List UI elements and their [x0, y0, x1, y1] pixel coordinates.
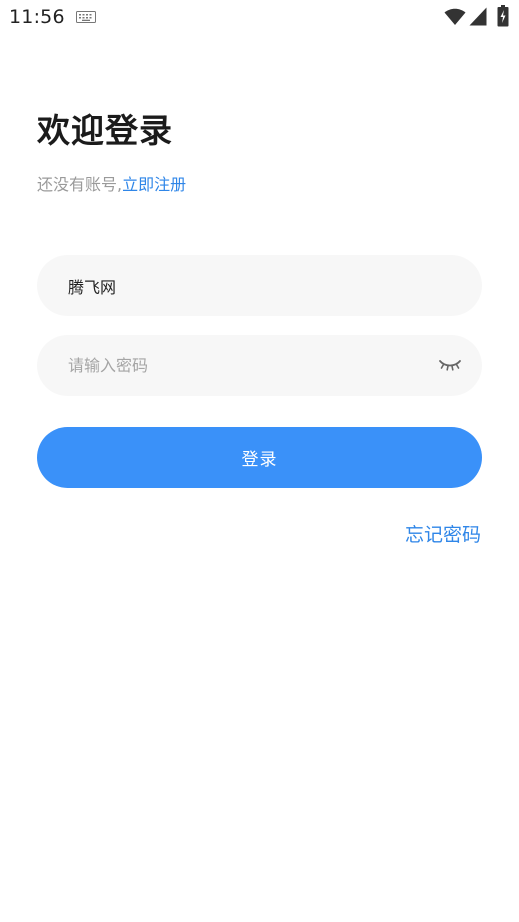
username-field[interactable] [37, 255, 482, 316]
signal-icon [469, 7, 487, 26]
username-input[interactable] [68, 255, 438, 316]
eye-closed-icon[interactable] [438, 357, 462, 373]
keyboard-icon [76, 11, 96, 23]
wifi-icon [444, 8, 466, 25]
status-bar: 11:56 [0, 0, 519, 36]
forgot-password-link[interactable]: 忘记密码 [405, 520, 481, 547]
status-time: 11:56 [9, 6, 65, 28]
register-prompt: 还没有账号,立即注册 [37, 171, 186, 195]
login-button[interactable]: 登录 [37, 427, 482, 488]
page-title: 欢迎登录 [37, 111, 173, 150]
battery-icon [497, 5, 509, 27]
register-prompt-text: 还没有账号, [37, 175, 123, 194]
password-field[interactable] [37, 335, 482, 396]
password-input[interactable] [68, 335, 438, 396]
register-link[interactable]: 立即注册 [122, 175, 186, 194]
